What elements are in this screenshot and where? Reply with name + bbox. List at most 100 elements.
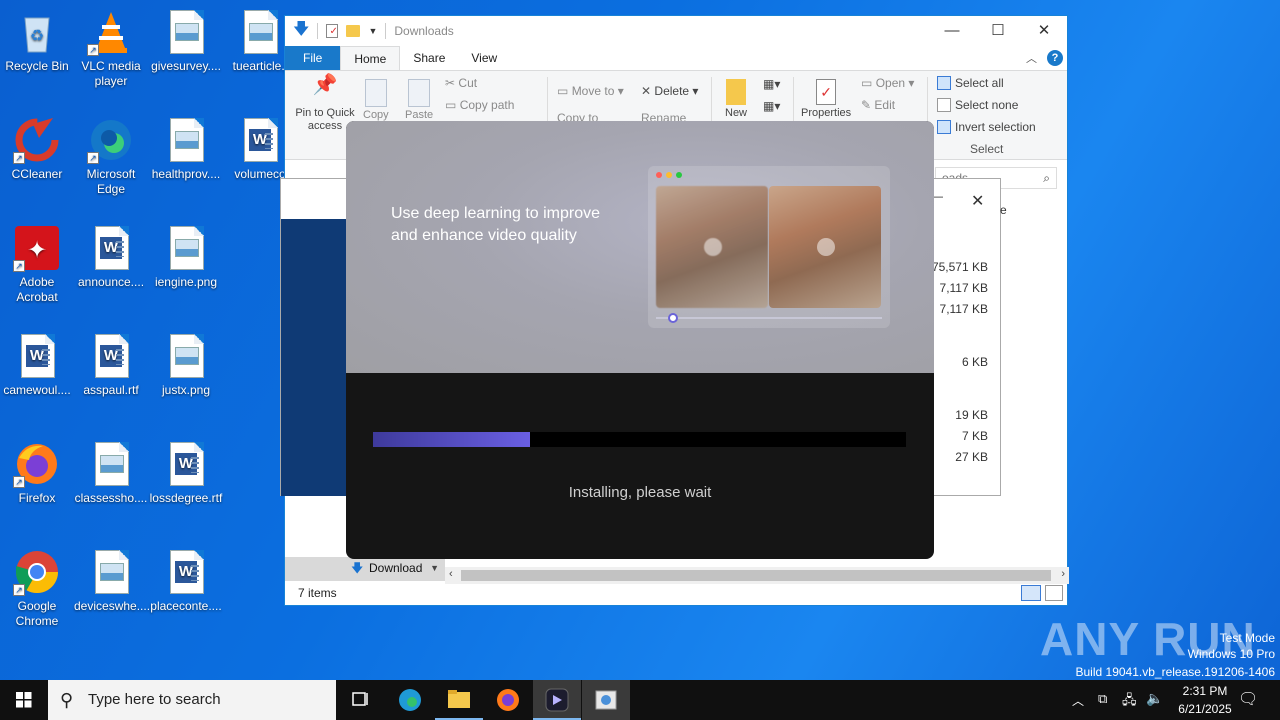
desktop-icon[interactable]: Wlossdegree.rtf [149, 440, 223, 506]
shortcut-arrow-icon: ↗ [13, 476, 25, 488]
taskbar-setup[interactable] [582, 680, 630, 720]
close-button[interactable]: ✕ [1021, 16, 1067, 46]
start-button[interactable] [0, 680, 48, 720]
desktop-icon[interactable]: ✦ ↗ Adobe Acrobat [0, 224, 74, 305]
desktop-icon[interactable]: givesurvey.... [149, 8, 223, 74]
taskbar-firefox[interactable] [484, 680, 532, 720]
select-all-icon [937, 76, 951, 90]
clock-time[interactable]: 2:31 PM [1170, 684, 1240, 698]
minimize-button[interactable]: — [929, 16, 975, 46]
firefox-icon [497, 689, 519, 711]
desktop-icon[interactable]: ♻ Recycle Bin [0, 8, 74, 74]
desktop-icon[interactable]: ↗ Firefox [0, 440, 74, 506]
desktop-icon[interactable]: deviceswhe.... [74, 548, 150, 614]
download-arrow-icon: 🡇 [351, 561, 364, 575]
tray-overflow-icon[interactable]: ︿ [1072, 692, 1084, 709]
clock-date[interactable]: 6/21/2025 [1168, 702, 1242, 716]
select-none-icon [937, 98, 951, 112]
details-view-icon[interactable] [1021, 585, 1041, 601]
title-bar[interactable]: 🡇 ✓ ▼ Downloads — ☐ ✕ [285, 16, 1067, 46]
move-to-icon: ▭ [557, 84, 569, 98]
new-item-icon[interactable]: ▦▾ [763, 77, 780, 91]
desktop-icon[interactable]: Wcamewoul.... [0, 332, 74, 398]
down-arrow-icon[interactable]: 🡇 [293, 18, 309, 45]
taskbar-installer[interactable] [533, 680, 581, 720]
desktop-icon-label: camewoul.... [3, 383, 71, 397]
desktop-icon-label: givesurvey.... [151, 59, 221, 73]
scroll-left-icon[interactable]: ‹ [449, 568, 453, 580]
preview-image [648, 166, 890, 328]
video-app-icon [545, 688, 569, 712]
desktop-icon[interactable]: Wplaceconte.... [149, 548, 223, 614]
move-to-button[interactable]: ▭ Move to ▾ [557, 84, 624, 98]
maximize-button[interactable]: ☐ [975, 16, 1021, 46]
volume-icon[interactable]: 🔈 [1146, 690, 1163, 707]
desktop-icon[interactable]: Wannounce.... [74, 224, 148, 290]
cut-button[interactable]: ✂ Cut [445, 76, 477, 90]
ccleaner-icon: ↗ [13, 116, 61, 164]
tab-file[interactable]: File [285, 46, 341, 70]
setup-icon [595, 690, 617, 710]
collapse-ribbon-icon[interactable]: ︿ [1026, 50, 1037, 66]
delete-button[interactable]: ✕ Delete ▾ [641, 84, 698, 98]
select-all-button[interactable]: Select all [937, 76, 1004, 90]
slider-knob [668, 313, 678, 323]
task-view-icon [352, 692, 368, 706]
open-button[interactable]: ▭ Open ▾ [861, 76, 914, 90]
shortcut-arrow-icon: ↗ [13, 260, 25, 272]
desktop-icon-label: announce.... [77, 275, 145, 289]
nav-item-downloads[interactable]: 🡇 Download ▼ [285, 557, 445, 581]
desktop-icon[interactable]: Wasspaul.rtf [74, 332, 148, 398]
select-none-button[interactable]: Select none [937, 98, 1018, 112]
desktop-icon[interactable]: healthprov.... [149, 116, 223, 182]
desktop-icon[interactable]: ↗ Google Chrome [0, 548, 74, 629]
tab-share[interactable]: Share [400, 46, 458, 70]
window-dots-icon [656, 172, 682, 178]
chevron-down-icon[interactable]: ▼ [430, 557, 439, 579]
new-folder-icon [726, 79, 746, 105]
taskbar-file-explorer[interactable] [435, 680, 483, 720]
tab-home[interactable]: Home [340, 46, 401, 70]
easy-access-icon[interactable]: ▦▾ [763, 99, 780, 113]
image-file-icon [87, 440, 135, 488]
new-folder-button[interactable]: New [725, 79, 747, 119]
invert-selection-button[interactable]: Invert selection [937, 120, 1036, 134]
window-title: Downloads [394, 24, 454, 38]
desktop-icon[interactable]: classessho.... [74, 440, 148, 506]
test-mode-label: Test Mode [1219, 631, 1275, 645]
properties-button[interactable]: ✓ Properties [801, 79, 851, 119]
desktop-icon[interactable]: ↗ Microsoft Edge [74, 116, 148, 197]
taskbar-search-box[interactable]: ⚲ Type here to search [48, 680, 336, 720]
desktop-icon[interactable]: justx.png [149, 332, 223, 398]
help-icon[interactable]: ? [1047, 50, 1063, 66]
installer-window[interactable]: Use deep learning to improve and enhance… [346, 121, 934, 559]
desktop-icon[interactable]: ↗ VLC media player [74, 8, 148, 89]
paste-button[interactable]: Paste [405, 79, 433, 121]
scrollbar-thumb[interactable] [461, 570, 1051, 581]
copy-path-button[interactable]: ▭ Copy path [445, 98, 514, 112]
customize-quick-access-icon[interactable]: ▼ [368, 26, 377, 36]
desktop-icon-label: placeconte.... [150, 599, 222, 613]
tab-view[interactable]: View [458, 46, 510, 70]
properties-icon: ✓ [816, 79, 837, 105]
task-view-button[interactable] [336, 680, 384, 720]
edit-button[interactable]: ✎ Edit [861, 98, 895, 112]
scroll-right-icon[interactable]: › [1061, 568, 1065, 580]
select-group-label: Select [970, 142, 1004, 156]
file-size-cell: 27 KB [955, 450, 988, 464]
properties-quick-icon[interactable]: ✓ [326, 24, 339, 38]
taskbar-edge[interactable] [386, 680, 434, 720]
dialog-close-icon[interactable]: ✕ [971, 191, 984, 211]
tray-app-icon[interactable]: ⧉ [1098, 691, 1107, 707]
notifications-icon[interactable]: 🗨 [1238, 689, 1258, 709]
desktop-icon-label: justx.png [161, 383, 211, 397]
copy-button[interactable]: Copy [363, 79, 389, 121]
windows-logo-icon [16, 692, 32, 708]
desktop-icon[interactable]: iengine.png [149, 224, 223, 290]
network-icon[interactable]: 🖧 [1122, 691, 1137, 713]
large-icons-view-icon[interactable] [1045, 585, 1063, 601]
new-folder-quick-icon[interactable] [346, 25, 361, 37]
desktop-icon-label: healthprov.... [151, 167, 221, 181]
desktop-icon[interactable]: ↗ CCleaner [0, 116, 74, 182]
desktop-icon-label: Recycle Bin [5, 59, 69, 73]
